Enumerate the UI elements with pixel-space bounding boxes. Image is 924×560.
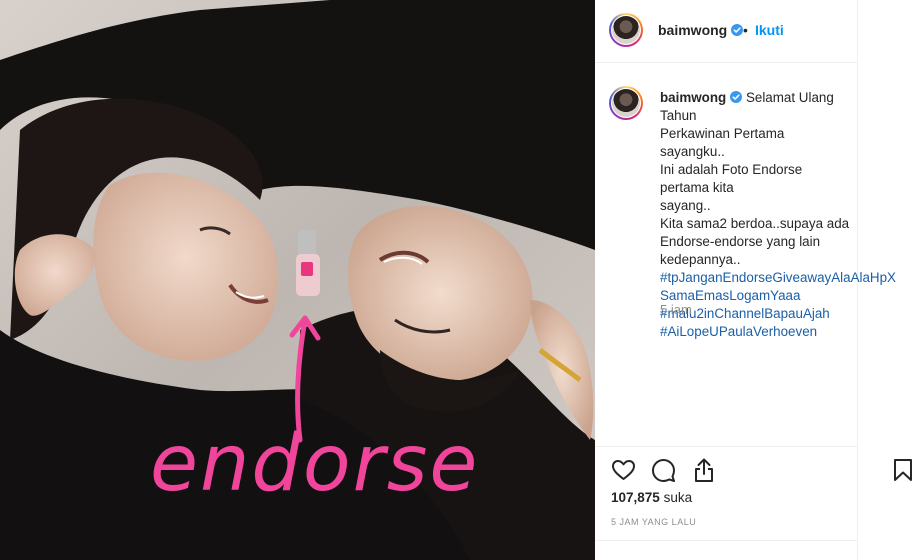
post-timestamp[interactable]: 5 JAM YANG LALU [611, 517, 696, 527]
caption-line: Ini adalah Foto Endorse pertama kita [660, 162, 803, 195]
post-side-panel: baimwong • Ikuti baimwong Selamat Ulang … [595, 0, 924, 560]
caption-username[interactable]: baimwong [660, 90, 726, 105]
follow-button[interactable]: Ikuti [755, 22, 784, 38]
caption-line: Endorse-endorse yang lain [660, 234, 821, 249]
bottom-divider [595, 540, 857, 541]
post-photo[interactable]: endorse [0, 0, 595, 560]
hashtag-link[interactable]: #tpJanganEndorseGiveawayAlaAlaHpX [660, 269, 896, 287]
header-avatar[interactable] [609, 13, 643, 47]
caption-line: Kita sama2 berdoa..supaya ada [660, 216, 850, 231]
header-username[interactable]: baimwong [658, 22, 744, 38]
photo-overlay-text: endorse [150, 419, 480, 509]
caption-line: sayang.. [660, 198, 711, 213]
hashtag-link[interactable]: #AiLopeUPaulaVerhoeven [660, 323, 852, 341]
actions-divider [595, 446, 857, 447]
bookmark-icon[interactable] [893, 458, 913, 482]
caption-line: Perkawinan Pertama sayangku.. [660, 126, 785, 159]
caption-age: 5 iam [660, 302, 692, 317]
caption-line: kedepannya.. [660, 252, 741, 267]
comment-icon[interactable] [651, 458, 676, 482]
share-icon[interactable] [693, 457, 715, 483]
likes-count[interactable]: 107,875 suka [611, 490, 692, 505]
post-details: baimwong • Ikuti baimwong Selamat Ulang … [595, 0, 912, 560]
verified-badge-icon [731, 24, 744, 36]
heart-icon[interactable] [611, 458, 636, 482]
caption-avatar[interactable] [609, 86, 643, 120]
post-header: baimwong • Ikuti [595, 0, 857, 63]
follow-separator: • [743, 22, 748, 38]
verified-badge-icon [730, 91, 743, 103]
